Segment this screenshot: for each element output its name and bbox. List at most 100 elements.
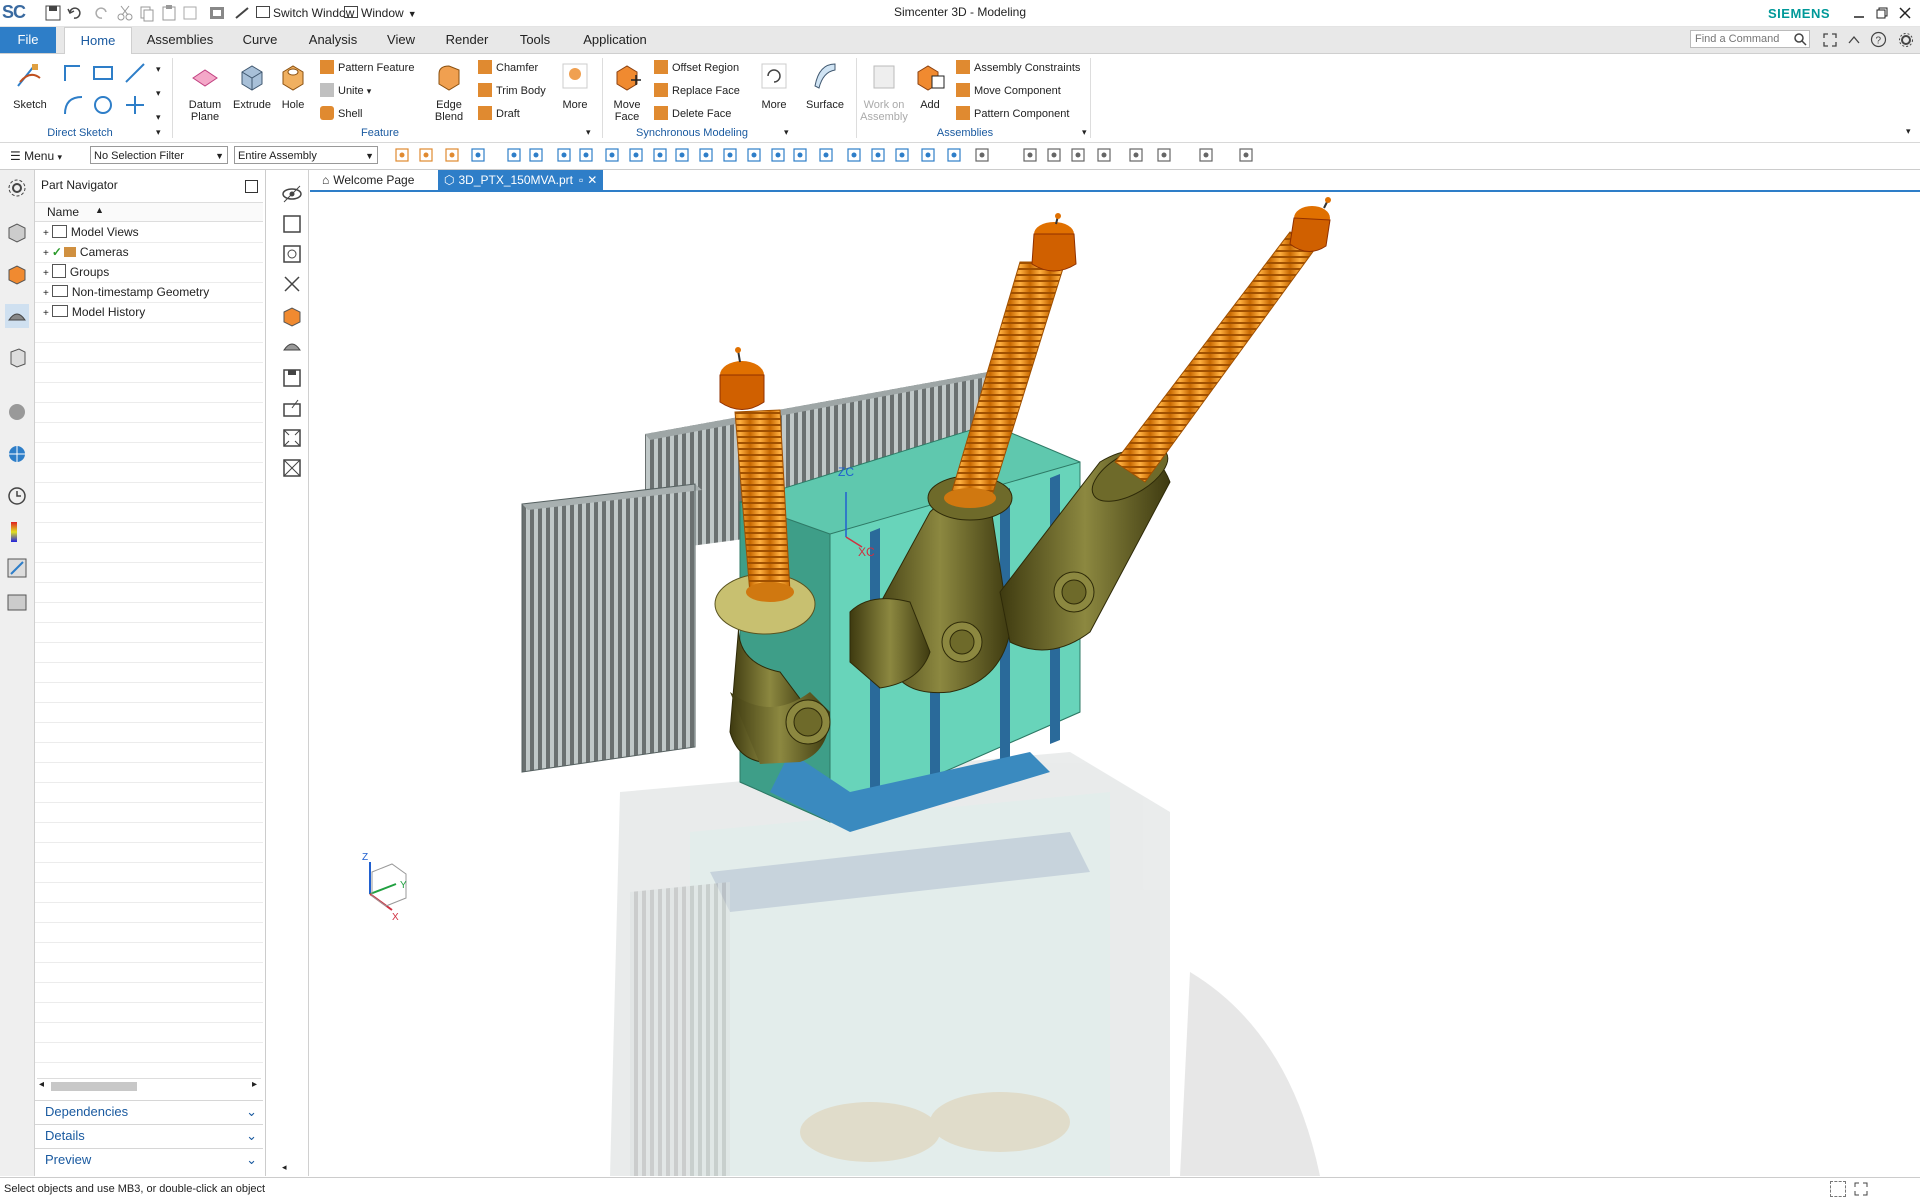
lighting-icon[interactable] <box>1156 147 1172 163</box>
part-icon[interactable] <box>280 334 304 358</box>
tab-analysis[interactable]: Analysis <box>298 27 368 53</box>
snap-intersection-icon[interactable] <box>674 147 690 163</box>
scrollbar-thumb[interactable] <box>51 1082 137 1091</box>
close-view-icon[interactable] <box>280 272 304 296</box>
selection-mode-icon[interactable] <box>470 147 486 163</box>
settings-gear-icon[interactable] <box>1898 32 1914 48</box>
restore-icon[interactable] <box>1873 4 1891 22</box>
tab-part-file[interactable]: ⬡ 3D_PTX_150MVA.prt ▫ ✕ <box>438 170 604 190</box>
draft-button[interactable]: Draft <box>478 104 520 124</box>
tab-render[interactable]: Render <box>434 27 500 53</box>
snap-arc-icon[interactable] <box>770 147 786 163</box>
datum-plane-button[interactable]: Datum Plane <box>180 58 230 128</box>
group-options-icon[interactable]: ▾ <box>784 127 789 138</box>
tab-view[interactable]: View <box>374 27 428 53</box>
snap-existing-point-icon[interactable] <box>870 147 886 163</box>
undo-icon[interactable] <box>66 4 84 22</box>
full-screen-icon[interactable] <box>1854 1182 1868 1196</box>
add-component-button[interactable]: Add <box>908 58 952 128</box>
tab-assemblies[interactable]: Assemblies <box>138 27 222 53</box>
select-feature-icon[interactable] <box>418 147 434 163</box>
snap-circle-icon[interactable] <box>846 147 862 163</box>
assembly-constraints-button[interactable]: Assembly Constraints <box>956 58 1080 78</box>
select-solid-icon[interactable] <box>394 147 410 163</box>
more-feature-button[interactable]: More <box>552 58 598 128</box>
minimize-icon[interactable] <box>1850 4 1868 22</box>
view-triad[interactable]: Z Y X <box>362 852 407 923</box>
filter-icon[interactable] <box>444 147 460 163</box>
tree-item-cameras[interactable]: + ✓ Cameras <box>43 242 209 262</box>
unite-button[interactable]: Unite ▾ <box>320 81 371 101</box>
save-as-icon[interactable] <box>280 366 304 390</box>
reuse-library-icon[interactable] <box>5 346 29 370</box>
view-orient-icon[interactable] <box>974 147 990 163</box>
snap-control-icon[interactable] <box>556 147 572 163</box>
eye-hide-icon[interactable] <box>280 182 304 206</box>
move-component-button[interactable]: Move Component <box>956 81 1061 101</box>
graphics-window[interactable]: ZC XC Z Y X <box>310 192 1920 1176</box>
wireframe-view-icon[interactable] <box>1096 147 1112 163</box>
scroll-right-icon[interactable]: ▸ <box>252 1079 257 1090</box>
snap-perpendicular-icon[interactable] <box>818 147 834 163</box>
point-icon[interactable] <box>124 94 146 116</box>
tree-item-model-history[interactable]: + Model History <box>43 302 209 322</box>
close-all-icon[interactable] <box>280 456 304 480</box>
group-options-icon[interactable]: ▾ <box>156 127 161 138</box>
pin-icon[interactable]: ▫ <box>579 173 583 187</box>
snap-polar-icon[interactable] <box>946 147 962 163</box>
snap-midpoint-icon[interactable] <box>528 147 544 163</box>
scroll-left-icon[interactable]: ◂ <box>39 1079 44 1090</box>
tab-tools[interactable]: Tools <box>506 27 564 53</box>
save-icon[interactable] <box>44 4 62 22</box>
search-icon[interactable] <box>1793 32 1807 46</box>
fit-view-icon[interactable] <box>280 426 304 450</box>
tree-item-non-timestamp-geometry[interactable]: + Non-timestamp Geometry <box>43 282 209 302</box>
cut-icon[interactable] <box>116 4 134 22</box>
horizontal-scrollbar[interactable]: ◂ ▸ <box>37 1078 261 1093</box>
view-layers-icon[interactable] <box>1238 147 1254 163</box>
view-zoom-icon[interactable] <box>1046 147 1062 163</box>
palette-icon[interactable] <box>5 520 29 544</box>
tree-item-groups[interactable]: + Groups <box>43 262 209 282</box>
hole-button[interactable]: Hole <box>272 58 314 128</box>
chevron-down-icon[interactable]: ▾ <box>156 64 161 75</box>
ribbon-options-icon[interactable]: ▾ <box>1906 126 1911 137</box>
dependencies-panel[interactable]: Dependencies ⌄ <box>35 1100 263 1123</box>
part-navigator-icon[interactable] <box>5 304 29 328</box>
snap-curve-icon[interactable] <box>698 147 714 163</box>
snap-bisector-icon[interactable] <box>792 147 808 163</box>
switch-window-button[interactable]: Switch Window <box>256 4 354 22</box>
group-options-icon[interactable]: ▾ <box>586 127 591 138</box>
snap-point-icon[interactable] <box>628 147 644 163</box>
delete-face-button[interactable]: Delete Face <box>654 104 731 124</box>
maximize-panel-icon[interactable] <box>245 180 258 193</box>
settings-gear-icon[interactable] <box>5 176 29 200</box>
find-command-input[interactable] <box>1690 30 1810 48</box>
snap-endpoint-icon[interactable] <box>506 147 522 163</box>
snap-on-curve-icon[interactable] <box>894 147 910 163</box>
circle-icon[interactable] <box>92 94 114 116</box>
measure-icon[interactable] <box>234 4 252 22</box>
expand-icon[interactable]: + <box>43 228 49 239</box>
selection-mode-icon[interactable] <box>1830 1181 1846 1197</box>
expand-icon[interactable]: + <box>43 288 49 299</box>
chevron-down-icon[interactable]: ▾ <box>156 88 161 99</box>
export-icon[interactable] <box>280 396 304 420</box>
arc-icon[interactable] <box>62 94 84 116</box>
history-clock-icon[interactable] <box>5 484 29 508</box>
menu-button[interactable]: ☰ Menu ▾ <box>10 147 62 165</box>
pattern-component-button[interactable]: Pattern Component <box>956 104 1069 124</box>
collapse-left-icon[interactable]: ◂ <box>282 1162 287 1173</box>
extrude-button[interactable]: Extrude <box>228 58 276 128</box>
snap-tangent-icon[interactable] <box>722 147 738 163</box>
edge-blend-button[interactable]: Edge Blend <box>424 58 474 128</box>
view-refresh-icon[interactable] <box>1022 147 1038 163</box>
constraint-navigator-icon[interactable] <box>5 262 29 286</box>
sphere-render-icon[interactable] <box>1198 147 1214 163</box>
touch-mode-icon[interactable] <box>208 4 226 22</box>
paste-icon[interactable] <box>160 4 178 22</box>
snapshot-icon[interactable] <box>280 242 304 266</box>
assembly-navigator-icon[interactable] <box>5 220 29 244</box>
column-header[interactable]: Name ▲ <box>35 202 263 222</box>
expand-icon[interactable]: + <box>43 248 49 259</box>
